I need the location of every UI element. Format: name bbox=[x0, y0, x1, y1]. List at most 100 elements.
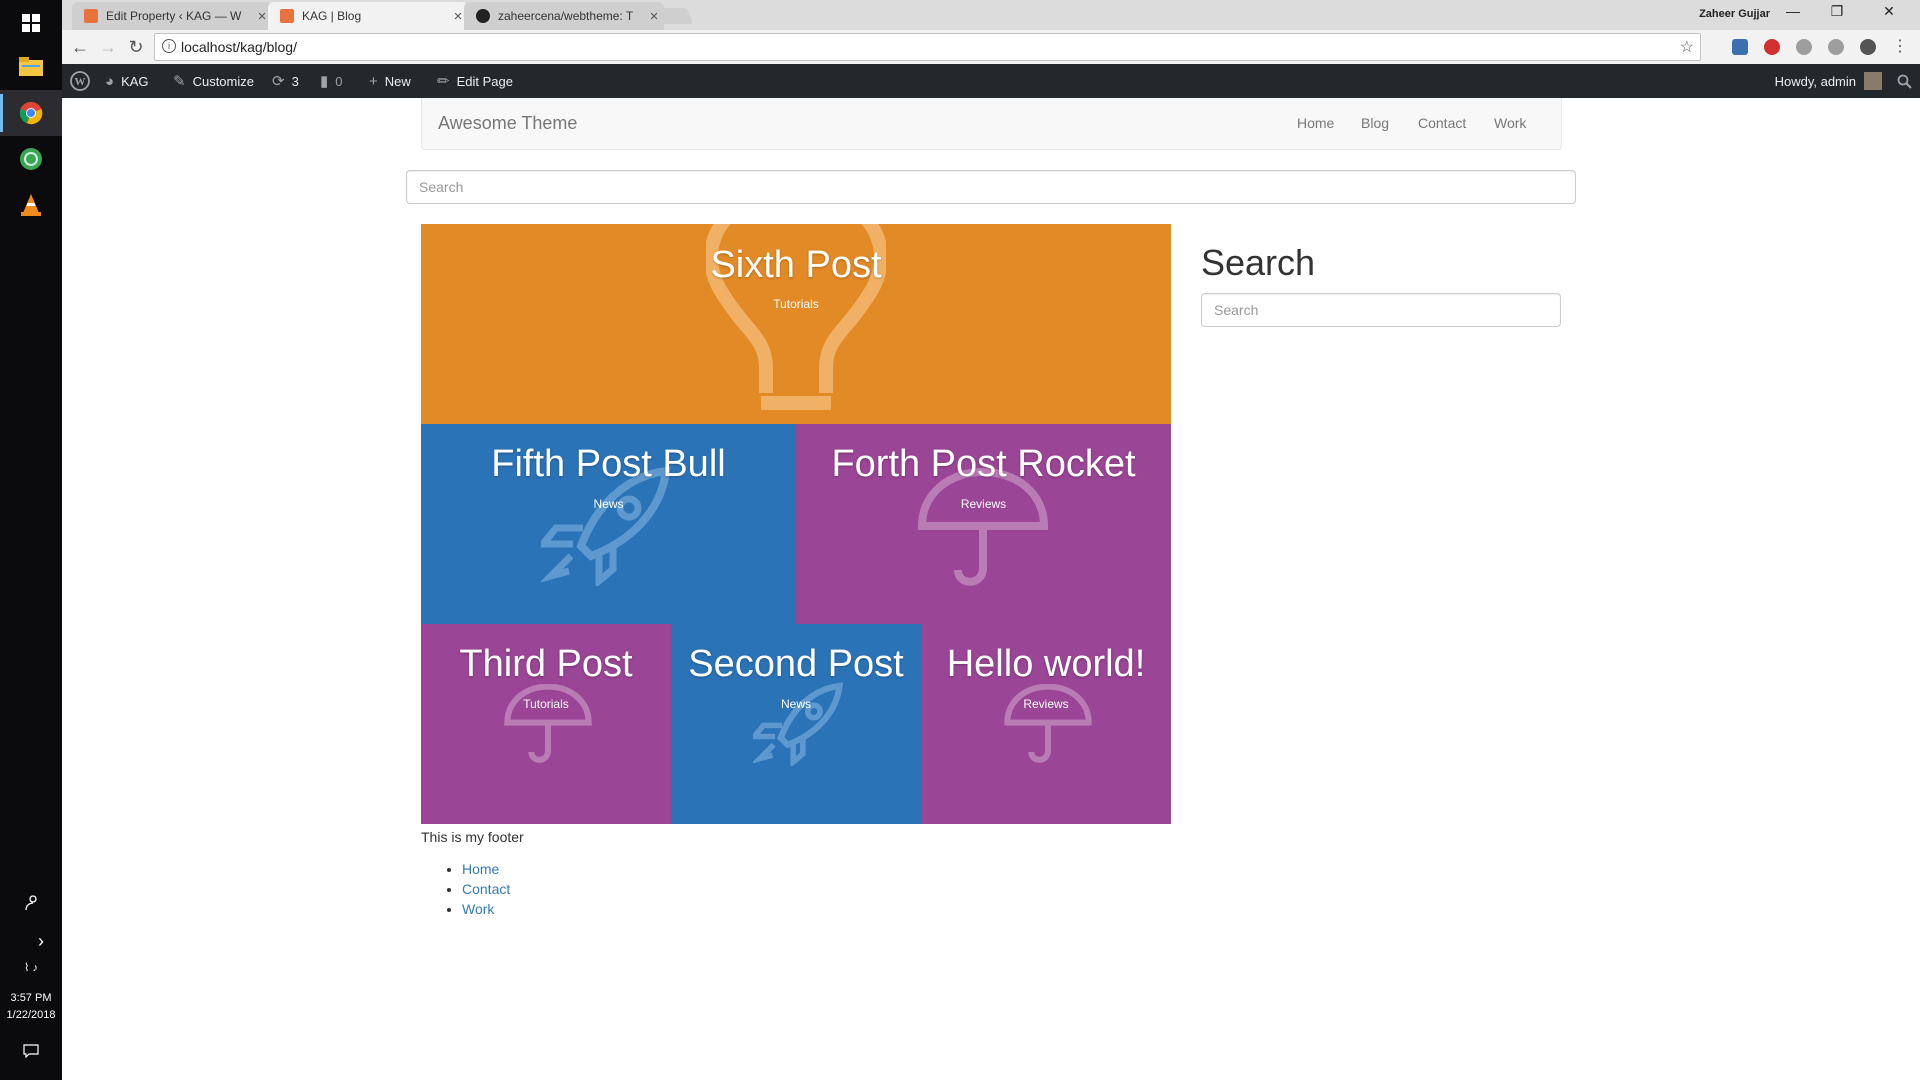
pencil-icon: ✏ bbox=[437, 73, 450, 90]
file-explorer-icon[interactable] bbox=[0, 44, 62, 90]
system-clock[interactable]: 3:57 PM 1/22/2018 bbox=[0, 990, 62, 1024]
updates-count: 3 bbox=[291, 73, 299, 89]
post-category[interactable]: News bbox=[421, 497, 796, 511]
dashboard-icon: ◕ bbox=[105, 72, 115, 90]
chrome-menu-icon[interactable]: ⋮ bbox=[1888, 35, 1912, 59]
post-category[interactable]: Reviews bbox=[796, 497, 1171, 511]
admin-new[interactable]: + New bbox=[369, 64, 411, 98]
restore-icon[interactable]: ❐ bbox=[1816, 3, 1858, 25]
admin-updates[interactable]: ⟳ 3 bbox=[272, 64, 299, 98]
post-tile-fifth[interactable]: Fifth Post Bull News bbox=[421, 424, 796, 624]
updates-icon: ⟳ bbox=[272, 73, 285, 90]
windows-taskbar: › ⌇ ♪ 3:57 PM 1/22/2018 bbox=[0, 0, 62, 1080]
reload-icon[interactable]: ↻ bbox=[124, 35, 148, 59]
post-tile-third[interactable]: Third Post Tutorials bbox=[421, 624, 671, 824]
chrome-taskbar-icon[interactable] bbox=[0, 90, 62, 136]
vlc-icon[interactable] bbox=[0, 182, 62, 228]
edit-page-label: Edit Page bbox=[456, 73, 513, 89]
action-center-icon[interactable] bbox=[0, 1028, 62, 1074]
new-tab-button[interactable] bbox=[657, 8, 693, 24]
admin-search-icon[interactable] bbox=[1897, 64, 1912, 98]
sidebar-search-input[interactable] bbox=[1202, 294, 1560, 326]
adblock-icon[interactable] bbox=[1764, 39, 1780, 55]
tab-label: KAG | Blog bbox=[302, 9, 362, 23]
post-tile-forth[interactable]: Forth Post Rocket Reviews bbox=[796, 424, 1171, 624]
post-category[interactable]: Reviews bbox=[921, 697, 1171, 711]
extension-globe-icon[interactable] bbox=[1828, 39, 1844, 55]
bookmark-star-icon[interactable]: ☆ bbox=[1680, 37, 1694, 57]
admin-account[interactable]: Howdy, admin bbox=[1775, 64, 1882, 98]
extension-gear-icon[interactable] bbox=[1796, 39, 1812, 55]
extension-search-icon[interactable] bbox=[1732, 39, 1748, 55]
top-search-field bbox=[406, 170, 1576, 204]
nav-blog[interactable]: Blog bbox=[1361, 115, 1389, 131]
close-window-icon[interactable]: ✕ bbox=[1868, 3, 1910, 25]
tab-label: Edit Property ‹ KAG — W bbox=[106, 9, 242, 23]
minimize-icon[interactable]: — bbox=[1772, 3, 1814, 25]
footer-menu: Home Contact Work bbox=[444, 859, 510, 919]
post-category[interactable]: Tutorials bbox=[421, 697, 671, 711]
rocket-icon bbox=[753, 682, 843, 766]
network-volume-icons[interactable]: ⌇ ♪ bbox=[0, 944, 62, 990]
admin-site-name[interactable]: ◕ KAG bbox=[105, 64, 149, 98]
tab-kag-blog[interactable]: KAG | Blog × bbox=[268, 2, 468, 30]
post-title[interactable]: Third Post bbox=[421, 643, 671, 686]
footer-text: This is my footer bbox=[421, 829, 524, 845]
admin-edit-page[interactable]: ✏ Edit Page bbox=[437, 64, 513, 98]
top-search-input[interactable] bbox=[407, 171, 1575, 203]
post-tile-sixth[interactable]: Sixth Post Tutorials bbox=[421, 224, 1171, 424]
umbrella-icon bbox=[1004, 684, 1092, 763]
browser-chrome: Edit Property ‹ KAG — W × KAG | Blog × z… bbox=[62, 0, 1920, 64]
clock-date: 1/22/2018 bbox=[6, 1009, 56, 1021]
github-icon bbox=[476, 9, 490, 23]
url-text[interactable]: localhost/kag/blog/ bbox=[181, 39, 297, 55]
footer-link-home[interactable]: Home bbox=[462, 861, 499, 877]
admin-customize[interactable]: ✎ Customize bbox=[173, 64, 254, 98]
plus-icon: + bbox=[369, 72, 378, 90]
site-name-label: KAG bbox=[121, 73, 149, 89]
site-favicon-icon bbox=[84, 9, 98, 23]
forward-arrow-icon[interactable]: → bbox=[96, 35, 120, 59]
nav-contact[interactable]: Contact bbox=[1418, 115, 1466, 131]
wordpress-extension-icon[interactable] bbox=[1860, 39, 1876, 55]
clock-time: 3:57 PM bbox=[10, 992, 52, 1004]
footer-menu-item: Home bbox=[462, 859, 510, 879]
post-title[interactable]: Second Post bbox=[671, 643, 921, 686]
tab-github[interactable]: zaheercena/webtheme: T × bbox=[464, 2, 664, 30]
new-label: New bbox=[384, 73, 411, 89]
tab-strip: Edit Property ‹ KAG — W × KAG | Blog × z… bbox=[62, 0, 1920, 30]
comment-icon: ▮ bbox=[320, 73, 329, 90]
wordpress-logo-icon[interactable]: W bbox=[70, 64, 90, 98]
footer-menu-item: Work bbox=[462, 899, 510, 919]
post-category[interactable]: Tutorials bbox=[421, 297, 1171, 311]
app-globe-icon[interactable] bbox=[0, 136, 62, 182]
back-arrow-icon[interactable]: ← bbox=[68, 35, 92, 59]
wp-admin-bar: W ◕ KAG ✎ Customize ⟳ 3 ▮ 0 + New ✏ Edit Page … bbox=[62, 64, 1920, 98]
footer-link-work[interactable]: Work bbox=[462, 901, 494, 917]
post-title[interactable]: Hello world! bbox=[921, 643, 1171, 686]
footer-menu-item: Contact bbox=[462, 879, 510, 899]
nav-work[interactable]: Work bbox=[1494, 115, 1526, 131]
address-bar[interactable]: i localhost/kag/blog/ ☆ bbox=[154, 33, 1701, 61]
site-brand[interactable]: Awesome Theme bbox=[438, 113, 577, 134]
address-row: ← → ↻ i localhost/kag/blog/ ☆ ⋮ bbox=[62, 30, 1920, 64]
post-title[interactable]: Sixth Post bbox=[421, 244, 1171, 287]
umbrella-icon bbox=[918, 468, 1048, 586]
post-category[interactable]: News bbox=[671, 697, 921, 711]
post-title[interactable]: Forth Post Rocket bbox=[796, 443, 1171, 486]
post-tile-second[interactable]: Second Post News bbox=[671, 624, 921, 824]
footer-link-contact[interactable]: Contact bbox=[462, 881, 510, 897]
howdy-label: Howdy, admin bbox=[1774, 73, 1856, 89]
brush-icon: ✎ bbox=[173, 73, 186, 90]
tab-edit-property[interactable]: Edit Property ‹ KAG — W × bbox=[72, 2, 272, 30]
post-title[interactable]: Fifth Post Bull bbox=[421, 443, 796, 486]
nav-home[interactable]: Home bbox=[1297, 115, 1334, 131]
profile-name[interactable]: Zaheer Gujjar bbox=[1699, 8, 1770, 20]
umbrella-icon bbox=[504, 684, 592, 763]
admin-comments[interactable]: ▮ 0 bbox=[320, 64, 343, 98]
avatar bbox=[1864, 72, 1882, 90]
comments-count: 0 bbox=[335, 73, 343, 89]
post-tile-hello-world[interactable]: Hello world! Reviews bbox=[921, 624, 1171, 824]
site-info-icon[interactable]: i bbox=[162, 39, 176, 53]
windows-start-icon[interactable] bbox=[0, 0, 62, 46]
